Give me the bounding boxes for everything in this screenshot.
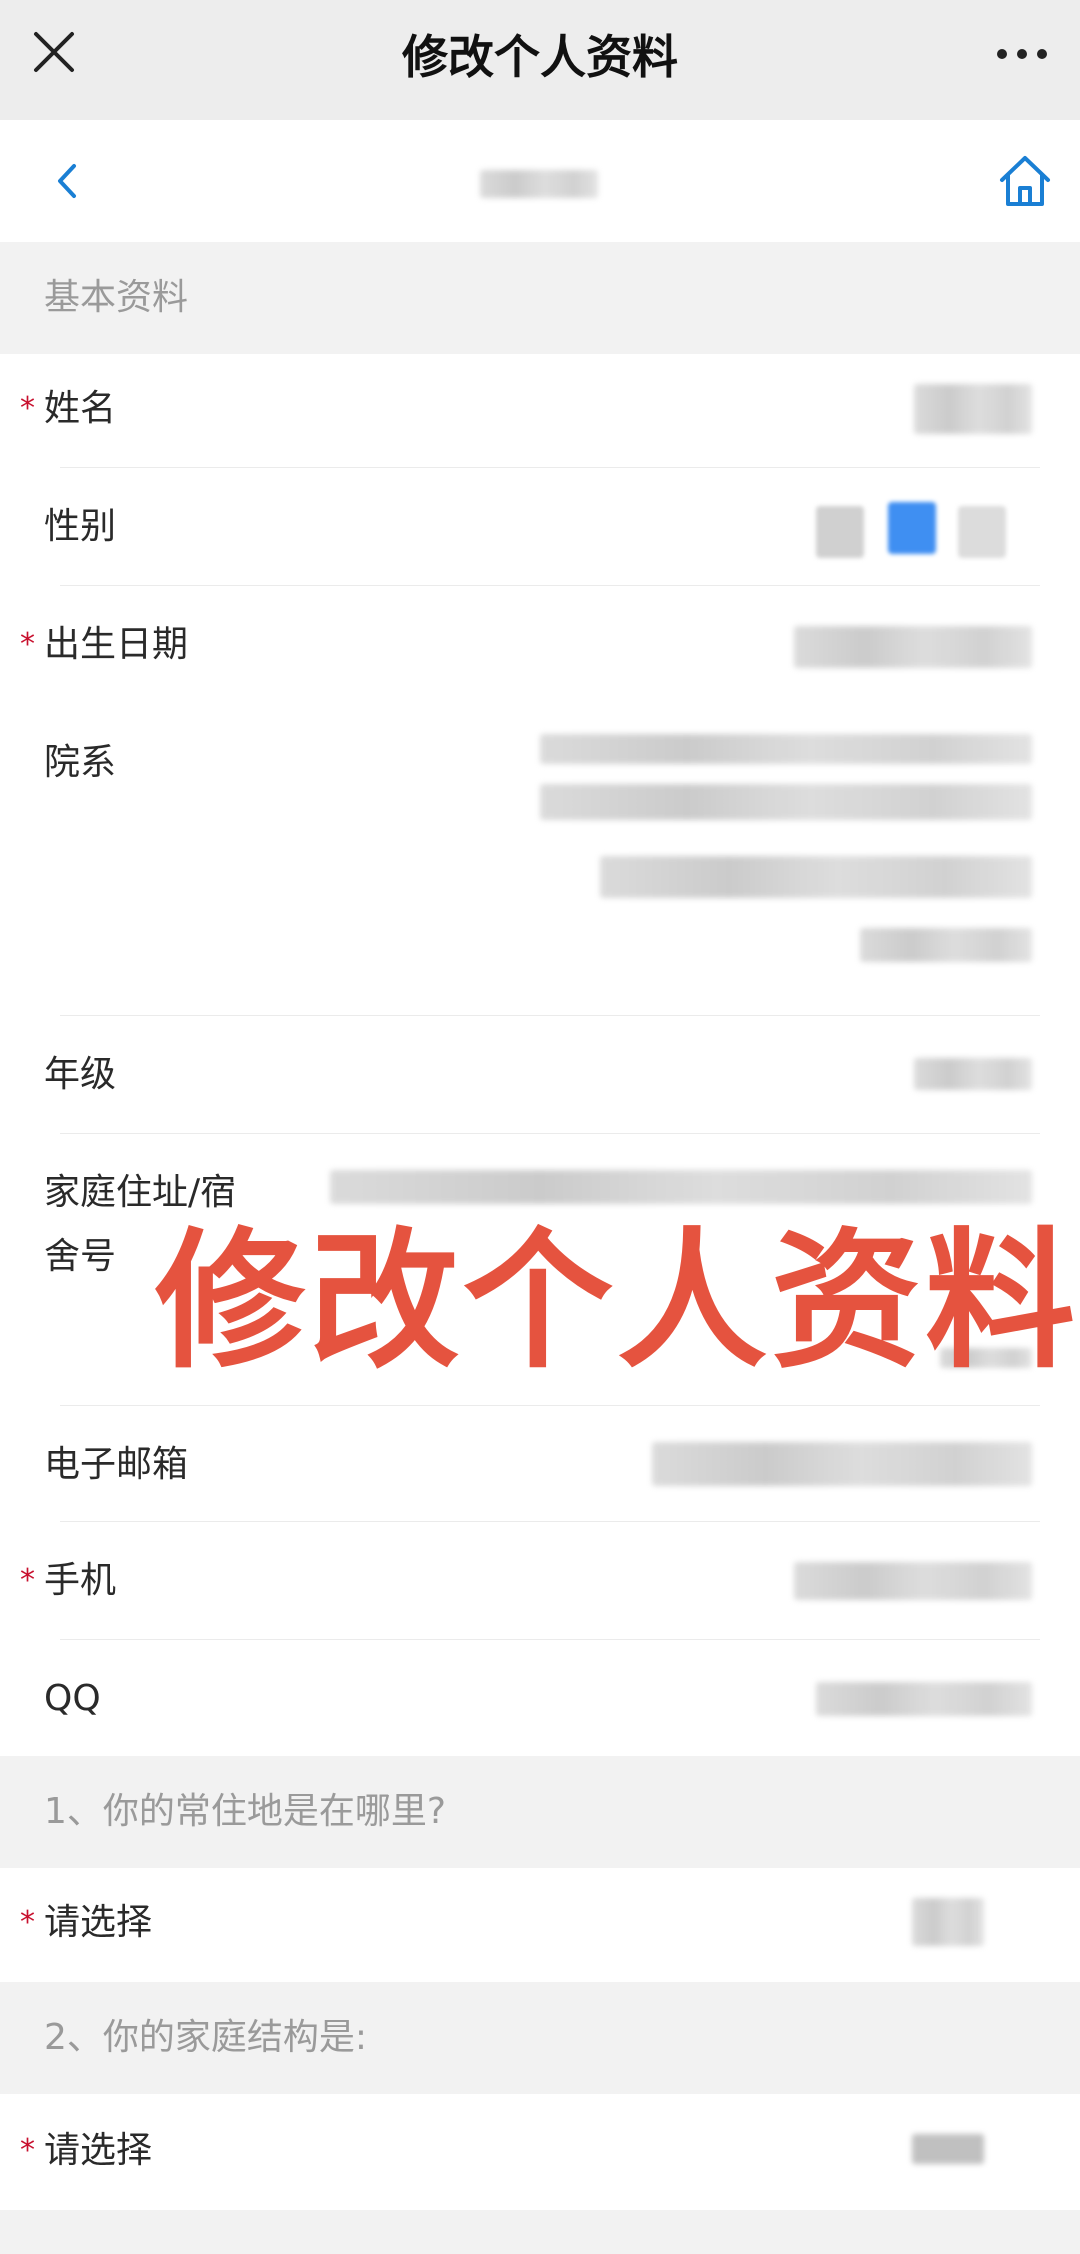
page-nav (0, 120, 1080, 242)
home-icon[interactable] (994, 150, 1056, 212)
gender-option-male[interactable] (816, 506, 864, 558)
email-value (652, 1442, 1032, 1486)
section-basic-info: 基本资料 (0, 242, 1080, 354)
row-phone[interactable]: * 手机 (0, 1522, 1080, 1640)
grade-value (914, 1058, 1032, 1090)
row-birthdate[interactable]: * 出生日期 (0, 586, 1080, 704)
department-value-line4 (860, 928, 1032, 962)
required-mark: * (20, 627, 35, 662)
address-label-line2: 舍号 (44, 1236, 117, 1277)
section-question-2: 2、你的家庭结构是: (0, 1982, 1080, 2094)
grade-label: 年级 (44, 1054, 117, 1095)
phone-value (794, 1562, 1032, 1600)
row-residence-select[interactable]: * 请选择 (0, 1868, 1080, 1982)
qq-label: QQ (44, 1678, 101, 1719)
required-mark: * (20, 391, 35, 426)
row-family-select[interactable]: * 请选择 (0, 2094, 1080, 2210)
gender-option-female[interactable] (958, 506, 1006, 558)
window-title: 修改个人资料 (402, 30, 678, 84)
overlay-watermark-text: 修改个人资料 (155, 1215, 1080, 1389)
department-value-line2 (540, 784, 1032, 820)
page-title-redacted (480, 170, 598, 198)
question-2-form: * 请选择 (0, 2094, 1080, 2210)
email-label: 电子邮箱 (44, 1444, 189, 1485)
row-qq[interactable]: QQ (0, 1640, 1080, 1756)
gender-option-selected[interactable] (888, 502, 936, 554)
department-label: 院系 (44, 742, 117, 783)
family-select-label: 请选择 (44, 2130, 153, 2171)
chevron-left-icon[interactable] (48, 156, 88, 206)
gender-label: 性别 (44, 506, 117, 547)
required-mark: * (20, 2133, 35, 2168)
row-grade[interactable]: 年级 (0, 1016, 1080, 1134)
question-1-form: * 请选择 (0, 1868, 1080, 1982)
title-bar: 修改个人资料 (0, 0, 1080, 120)
row-gender: 性别 (0, 468, 1080, 586)
required-mark: * (20, 1563, 35, 1598)
basic-info-form: * 姓名 性别 * 出生日期 院系 年级 家庭住址/宿 舍号 电子邮箱 * 手机… (0, 354, 1080, 1756)
row-name[interactable]: * 姓名 (0, 354, 1080, 468)
required-mark: * (20, 1905, 35, 1940)
family-value (912, 2134, 984, 2164)
department-value-line3 (600, 856, 1032, 898)
name-label: 姓名 (44, 388, 117, 429)
birthdate-value (794, 626, 1032, 668)
name-value (914, 384, 1032, 434)
birthdate-label: 出生日期 (44, 624, 189, 665)
qq-value (816, 1682, 1032, 1716)
phone-label: 手机 (44, 1560, 117, 1601)
section-question-1: 1、你的常住地是在哪里? (0, 1756, 1080, 1868)
more-icon[interactable] (992, 36, 1052, 72)
row-email[interactable]: 电子邮箱 (0, 1406, 1080, 1522)
row-department[interactable]: 院系 (0, 704, 1080, 1016)
residence-select-label: 请选择 (44, 1902, 153, 1943)
department-value-line1 (540, 734, 1032, 764)
residence-value (912, 1898, 984, 1946)
